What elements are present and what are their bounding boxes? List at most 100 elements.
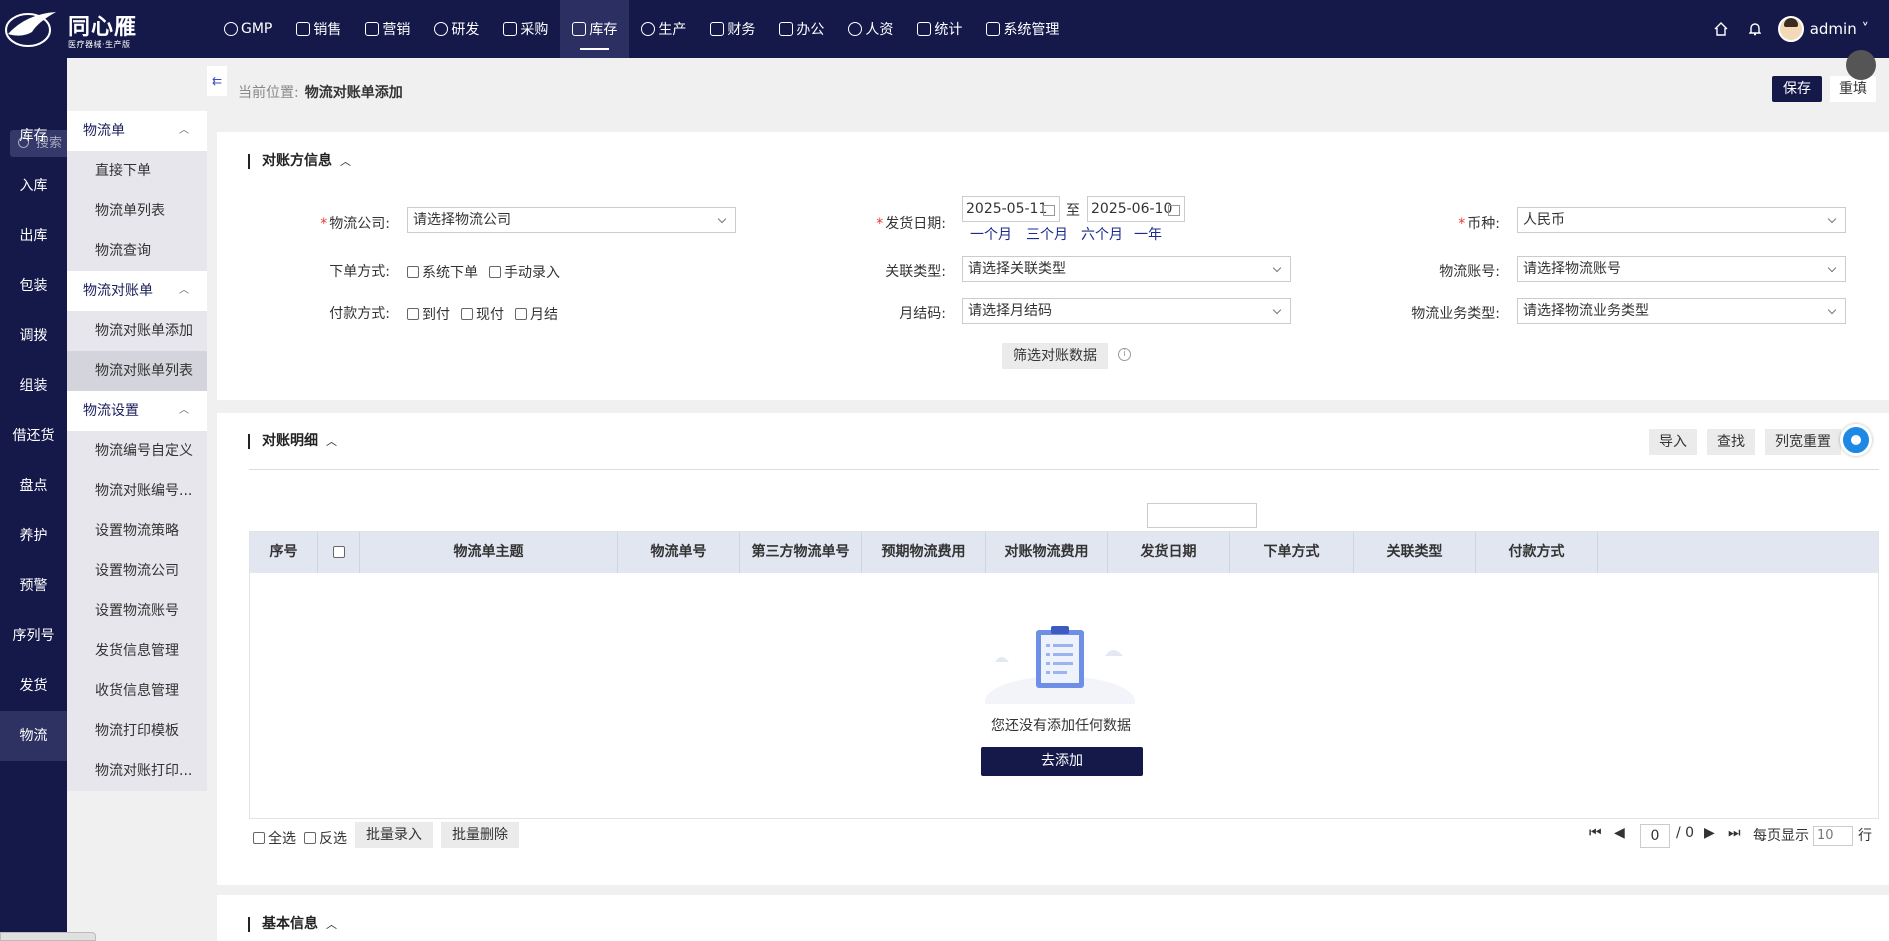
first-page-icon[interactable]: ⏮ xyxy=(1589,825,1602,841)
quick-range-6m[interactable]: 六个月 xyxy=(1081,224,1123,244)
sidebar-item[interactable]: 发货信息管理 xyxy=(67,631,207,671)
fullscreen-icon[interactable] xyxy=(1846,50,1876,80)
invert-selection-checkbox[interactable]: 反选 xyxy=(304,828,347,848)
last-page-icon[interactable]: ⏭ xyxy=(1728,825,1741,841)
checkbox-cod[interactable]: 到付 xyxy=(407,304,450,324)
rail-item-1[interactable]: 入库 xyxy=(0,161,67,211)
batch-entry-button[interactable]: 批量录入 xyxy=(355,822,433,848)
nav-item-3[interactable]: 研发 xyxy=(422,0,491,58)
checkbox-system-order[interactable]: 系统下单 xyxy=(407,262,478,282)
sidebar-item[interactable]: 设置物流公司 xyxy=(67,551,207,591)
checkbox-monthly[interactable]: 月结 xyxy=(515,304,558,324)
sidebar-item[interactable]: 设置物流账号 xyxy=(67,591,207,631)
rail-item-7[interactable]: 盘点 xyxy=(0,461,67,511)
rail-item-10[interactable]: 序列号 xyxy=(0,611,67,661)
bell-icon[interactable] xyxy=(1738,0,1772,58)
nav-item-5[interactable]: 库存 xyxy=(560,0,630,58)
checkbox-box[interactable] xyxy=(515,308,527,320)
nav-item-0[interactable]: GMP xyxy=(212,0,284,58)
sidebar-item[interactable]: 直接下单 xyxy=(67,151,207,191)
select-all-checkbox[interactable]: 全选 xyxy=(253,828,296,848)
info-icon[interactable]: i xyxy=(1118,348,1131,361)
quick-range-3m[interactable]: 三个月 xyxy=(1026,224,1068,244)
business-type-label: 物流业务类型: xyxy=(1411,306,1500,322)
rail-item-11[interactable]: 发货 xyxy=(0,661,67,711)
page-number-input[interactable]: 0 xyxy=(1640,824,1670,848)
nav-item-11[interactable]: 系统管理 xyxy=(974,0,1071,58)
nav-item-8[interactable]: 办公 xyxy=(767,0,836,58)
sub-group-settings[interactable]: 物流设置 ︿ xyxy=(67,391,207,431)
nav-item-10[interactable]: 统计 xyxy=(905,0,974,58)
sidebar-item[interactable]: 物流对账单列表 xyxy=(67,351,207,391)
nav-item-4[interactable]: 采购 xyxy=(491,0,560,58)
collapse-sidebar-icon[interactable]: ⇇ xyxy=(207,66,227,96)
rail-item-6[interactable]: 借还货 xyxy=(0,411,67,461)
nav-label: 库存 xyxy=(589,22,618,38)
checkbox-prepaid[interactable]: 现付 xyxy=(461,304,504,324)
sidebar-item[interactable]: 物流单列表 xyxy=(67,191,207,231)
sidebar-item[interactable]: 收货信息管理 xyxy=(67,671,207,711)
filter-reconciliation-button[interactable]: 筛选对账数据 xyxy=(1002,343,1108,369)
home-icon[interactable] xyxy=(1704,0,1738,58)
sub-group-reconciliation[interactable]: 物流对账单 ︿ xyxy=(67,271,207,311)
sidebar-item[interactable]: 物流对账编号... xyxy=(67,471,207,511)
checkbox-box[interactable] xyxy=(407,266,419,278)
find-button[interactable]: 查找 xyxy=(1707,429,1755,455)
save-button[interactable]: 保存 xyxy=(1772,76,1822,102)
sidebar-item[interactable]: 物流对账打印... xyxy=(67,751,207,791)
logo[interactable]: 同心雁 医疗器械·生产版 xyxy=(4,6,154,52)
checkbox-box[interactable] xyxy=(332,546,345,558)
date-from-input[interactable]: 2025-05-11 xyxy=(962,196,1060,222)
batch-delete-button[interactable]: 批量删除 xyxy=(441,822,519,848)
checkbox-box[interactable] xyxy=(489,266,501,278)
nav-item-9[interactable]: 人资 xyxy=(836,0,905,58)
next-page-icon[interactable]: ▶ xyxy=(1704,825,1715,841)
quick-range-1m[interactable]: 一个月 xyxy=(970,224,1012,244)
per-page-select[interactable]: 10 xyxy=(1813,826,1853,846)
business-type-select[interactable]: 请选择物流业务类型 xyxy=(1517,298,1846,324)
sidebar-item[interactable]: 物流打印模板 xyxy=(67,711,207,751)
rail-item-8[interactable]: 养护 xyxy=(0,511,67,561)
rail-item-3[interactable]: 包装 xyxy=(0,261,67,311)
checkbox-manual-entry[interactable]: 手动录入 xyxy=(489,262,560,282)
nav-item-6[interactable]: 生产 xyxy=(629,0,698,58)
rail-item-5[interactable]: 组装 xyxy=(0,361,67,411)
checkbox-box[interactable] xyxy=(407,308,419,320)
prev-page-icon[interactable]: ◀ xyxy=(1614,825,1625,841)
floating-chat-icon[interactable] xyxy=(1840,424,1872,456)
monthly-code-select[interactable]: 请选择月结码 xyxy=(962,298,1291,324)
sidebar-item[interactable]: 物流对账单添加 xyxy=(67,311,207,351)
checkbox-box[interactable] xyxy=(253,832,265,844)
avatar[interactable] xyxy=(1777,16,1804,42)
sidebar-item[interactable]: 物流查询 xyxy=(67,231,207,271)
reset-column-width-button[interactable]: 列宽重置 xyxy=(1765,429,1841,455)
nav-item-2[interactable]: 营销 xyxy=(353,0,422,58)
currency-select[interactable]: 人民币 xyxy=(1517,207,1846,233)
section-title-basic-info[interactable]: 基本信息 ︿ xyxy=(248,917,337,932)
rail-item-2[interactable]: 出库 xyxy=(0,211,67,261)
checkbox-box[interactable] xyxy=(304,832,316,844)
table-filter-input[interactable] xyxy=(1147,503,1257,528)
date-to-input[interactable]: 2025-06-10 xyxy=(1087,196,1185,222)
rail-item-4[interactable]: 调拨 xyxy=(0,311,67,361)
go-add-button[interactable]: 去添加 xyxy=(981,747,1143,776)
logistics-company-select[interactable]: 请选择物流公司 xyxy=(407,207,736,233)
sidebar-item[interactable]: 设置物流策略 xyxy=(67,511,207,551)
quick-range-1y[interactable]: 一年 xyxy=(1134,224,1162,244)
nav-item-1[interactable]: 销售 xyxy=(284,0,353,58)
rail-item-12[interactable]: 物流 xyxy=(0,711,67,761)
sub-group-logistics-order[interactable]: 物流单 ︿ xyxy=(67,111,207,151)
relation-type-select[interactable]: 请选择关联类型 xyxy=(962,256,1291,282)
section-title-counterparty[interactable]: 对账方信息 ︿ xyxy=(248,154,351,169)
account-select[interactable]: 请选择物流账号 xyxy=(1517,256,1846,282)
section-title-details[interactable]: 对账明细 ︿ xyxy=(248,434,337,449)
nav-item-7[interactable]: 财务 xyxy=(698,0,767,58)
reset-button[interactable]: 重填 xyxy=(1830,76,1876,102)
checkbox-box[interactable] xyxy=(461,308,473,320)
user-menu[interactable]: admin ˅ xyxy=(1810,20,1869,38)
sidebar-item[interactable]: 物流编号自定义 xyxy=(67,431,207,471)
rail-item-0[interactable]: 库存 xyxy=(0,111,67,161)
header-select-all-checkbox[interactable] xyxy=(318,532,360,573)
rail-item-9[interactable]: 预警 xyxy=(0,561,67,611)
import-button[interactable]: 导入 xyxy=(1649,429,1697,455)
